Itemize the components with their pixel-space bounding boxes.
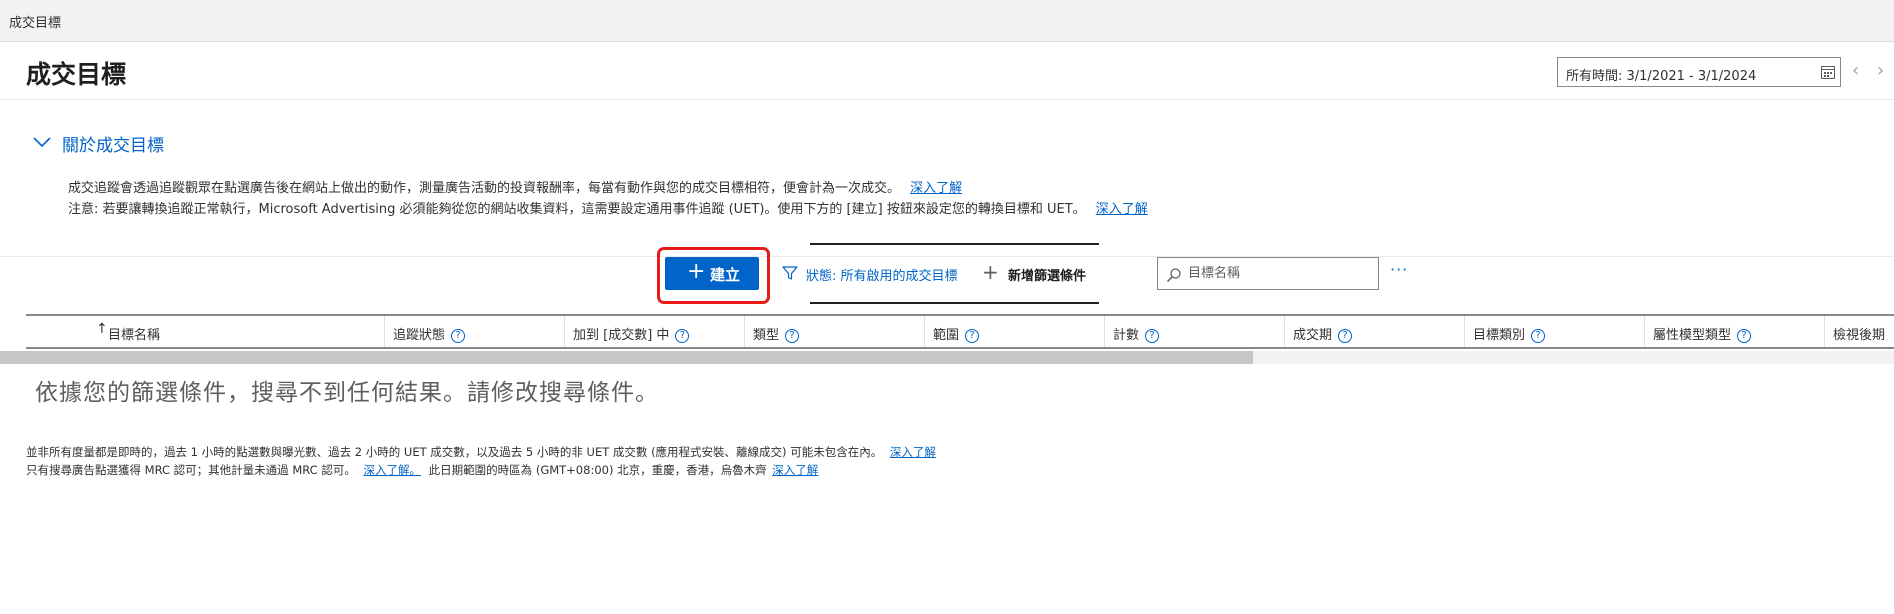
add-filter-label: 新增篩選條件	[1008, 269, 1087, 284]
help-icon[interactable]: ?	[785, 329, 800, 343]
footnote-line1-text: 並非所有度量都是即時的，過去 1 小時的點選數與曝光數、過去 2 小時的 UET…	[26, 445, 883, 459]
column-header-goal-category[interactable]: 目標類別?	[1465, 316, 1645, 347]
learn-more-link[interactable]: 深入了解	[1096, 202, 1148, 217]
goal-name-search[interactable]	[1157, 257, 1379, 290]
help-icon[interactable]: ?	[451, 329, 466, 343]
column-header-view-through-window[interactable]: 檢視後期	[1825, 316, 1894, 347]
next-period-arrow-icon[interactable]: ›	[1877, 60, 1884, 81]
plus-icon: +	[687, 259, 706, 284]
learn-more-link[interactable]: 深入了解	[772, 463, 818, 477]
help-icon[interactable]: ?	[675, 329, 690, 343]
column-header-label: 類型	[753, 328, 780, 343]
more-options-icon[interactable]: ···	[1390, 260, 1408, 279]
column-header-count[interactable]: 計數?	[1105, 316, 1285, 347]
breadcrumb-label: 成交目標	[9, 16, 62, 31]
search-input[interactable]	[1188, 263, 1373, 284]
learn-more-link[interactable]: 深入了解	[910, 181, 962, 196]
column-header-label: 目標名稱	[108, 328, 161, 343]
sort-ascending-icon: ↑	[96, 321, 108, 337]
help-icon[interactable]: ?	[965, 329, 980, 343]
column-header-label: 屬性模型類型	[1653, 328, 1732, 343]
column-header-attribution-model[interactable]: 屬性模型類型?	[1645, 316, 1825, 347]
page-title: 成交目標	[26, 60, 127, 89]
column-header-goal-name[interactable]: ↑ 目標名稱	[26, 316, 385, 347]
create-button-label: 建立	[710, 266, 741, 284]
empty-results-message: 依據您的篩選條件，搜尋不到任何結果。請修改搜尋條件。	[35, 380, 659, 406]
date-range-value: 所有時間: 3/1/2021 - 3/1/2024	[1566, 69, 1757, 84]
about-line2-text: 注意: 若要讓轉換追蹤正常執行，Microsoft Advertising 必須…	[68, 202, 1086, 217]
date-range-picker[interactable]: 所有時間: 3/1/2021 - 3/1/2024	[1557, 57, 1841, 87]
horizontal-scrollbar-thumb[interactable]	[0, 351, 1253, 364]
create-button[interactable]: + 建立	[665, 257, 759, 290]
status-filter-label: 狀態: 所有啟用的成交目標	[806, 269, 958, 284]
learn-more-link[interactable]: 深入了解。	[364, 463, 422, 477]
toolbar-divider	[0, 256, 1894, 257]
column-header-label: 成交期	[1293, 328, 1333, 343]
about-line1-text: 成交追蹤會透過追蹤觀眾在點選廣告後在網站上做出的動作，測量廣告活動的投資報酬率，…	[68, 181, 901, 196]
chevron-down-icon	[33, 137, 51, 148]
help-icon[interactable]: ?	[1145, 329, 1160, 343]
column-header-label: 檢視後期	[1833, 328, 1886, 343]
column-header-tracking-status[interactable]: 追蹤狀態?	[385, 316, 565, 347]
column-header-conversion-window[interactable]: 成交期?	[1285, 316, 1465, 347]
filter-bar-top-border	[810, 243, 1099, 245]
column-header-label: 計數	[1113, 328, 1140, 343]
column-header-label: 目標類別	[1473, 328, 1526, 343]
column-header-scope[interactable]: 範圍?	[925, 316, 1105, 347]
footnote-line2a-text: 只有搜尋廣告點選獲得 MRC 認可；其他計量未通過 MRC 認可。	[26, 463, 356, 477]
column-header-label: 範圍	[933, 328, 960, 343]
previous-period-arrow-icon[interactable]: ‹	[1852, 60, 1859, 81]
filter-icon	[782, 266, 798, 280]
header-divider	[0, 99, 1894, 100]
search-icon	[1166, 268, 1181, 283]
help-icon[interactable]: ?	[1531, 329, 1546, 343]
about-description-line2: 注意: 若要讓轉換追蹤正常執行，Microsoft Advertising 必須…	[68, 198, 1148, 217]
help-icon[interactable]: ?	[1737, 329, 1752, 343]
help-icon[interactable]: ?	[1338, 329, 1353, 343]
footnote-line2b-text: 此日期範圍的時區為 (GMT+08:00) 北京，重慶，香港，烏魯木齊	[428, 463, 767, 477]
column-header-include-in-conversions[interactable]: 加到 [成交數] 中?	[565, 316, 745, 347]
breadcrumb: 成交目標	[0, 0, 1894, 42]
about-toggle-label: 關於成交目標	[62, 136, 164, 156]
about-description-line1: 成交追蹤會透過追蹤觀眾在點選廣告後在網站上做出的動作，測量廣告活動的投資報酬率，…	[68, 177, 962, 196]
column-header-label: 加到 [成交數] 中	[573, 328, 670, 343]
footnote-line1: 並非所有度量都是即時的，過去 1 小時的點選數與曝光數、過去 2 小時的 UET…	[26, 444, 936, 460]
filter-bar-bottom-border	[810, 302, 1099, 304]
plus-icon: +	[982, 260, 999, 284]
column-header-type[interactable]: 類型?	[745, 316, 925, 347]
column-header-label: 追蹤狀態	[393, 328, 446, 343]
learn-more-link[interactable]: 深入了解	[890, 445, 936, 459]
footnote-line2: 只有搜尋廣告點選獲得 MRC 認可；其他計量未通過 MRC 認可。 深入了解。 …	[26, 462, 818, 478]
table-header: ↑ 目標名稱 追蹤狀態? 加到 [成交數] 中? 類型? 範圍? 計數? 成交期…	[26, 314, 1894, 349]
calendar-icon	[1821, 66, 1835, 79]
